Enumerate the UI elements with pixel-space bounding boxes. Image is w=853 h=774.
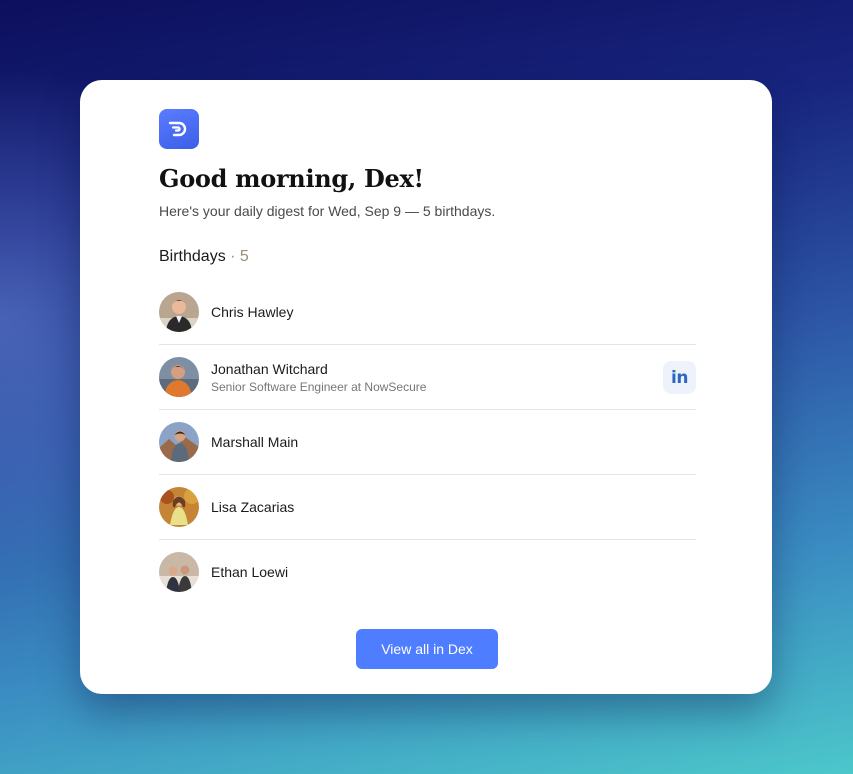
avatar [159,357,199,397]
birthday-row[interactable]: Ethan Loewi [159,540,696,604]
view-all-button[interactable]: View all in Dex [356,629,498,669]
person-name: Chris Hawley [211,304,294,320]
person-info: Lisa Zacarias [211,499,294,515]
greeting-heading: Good morning, Dex! [159,164,424,193]
person-info: Ethan Loewi [211,564,288,580]
birthday-list: Chris Hawley Jonathan Witchard Senior So… [159,280,696,604]
person-name: Marshall Main [211,434,299,450]
person-name: Jonathan Witchard [211,360,328,377]
avatar [159,487,199,527]
linkedin-icon: in [671,367,688,388]
birthdays-label: Birthdays [159,248,226,265]
person-job-title: Senior Software Engineer at NowSecure [211,379,427,394]
birthday-row[interactable]: Jonathan Witchard Senior Software Engine… [159,345,696,410]
person-name: Ethan Loewi [211,564,289,580]
person-info: Jonathan Witchard Senior Software Engine… [211,361,426,394]
dex-logo [159,109,199,149]
avatar [159,422,199,462]
person-name: Lisa Zacarias [211,499,295,515]
birthday-row[interactable]: Chris Hawley [159,280,696,345]
digest-card: Good morning, Dex! Here's your daily dig… [80,80,772,694]
digest-subtitle: Here's your daily digest for Wed, Sep 9 … [159,203,496,219]
count-value: 5 [239,248,249,265]
person-info: Chris Hawley [211,304,293,320]
dex-logo-icon [168,121,187,137]
person-info: Marshall Main [211,434,298,450]
linkedin-button[interactable]: in [663,361,696,394]
birthday-row[interactable]: Marshall Main [159,410,696,475]
birthdays-count: · 5 [226,248,249,265]
birthdays-section-title: Birthdays · 5 [159,248,249,266]
avatar [159,552,199,592]
avatar [159,292,199,332]
birthday-row[interactable]: Lisa Zacarias [159,475,696,540]
count-separator: · [225,248,240,265]
